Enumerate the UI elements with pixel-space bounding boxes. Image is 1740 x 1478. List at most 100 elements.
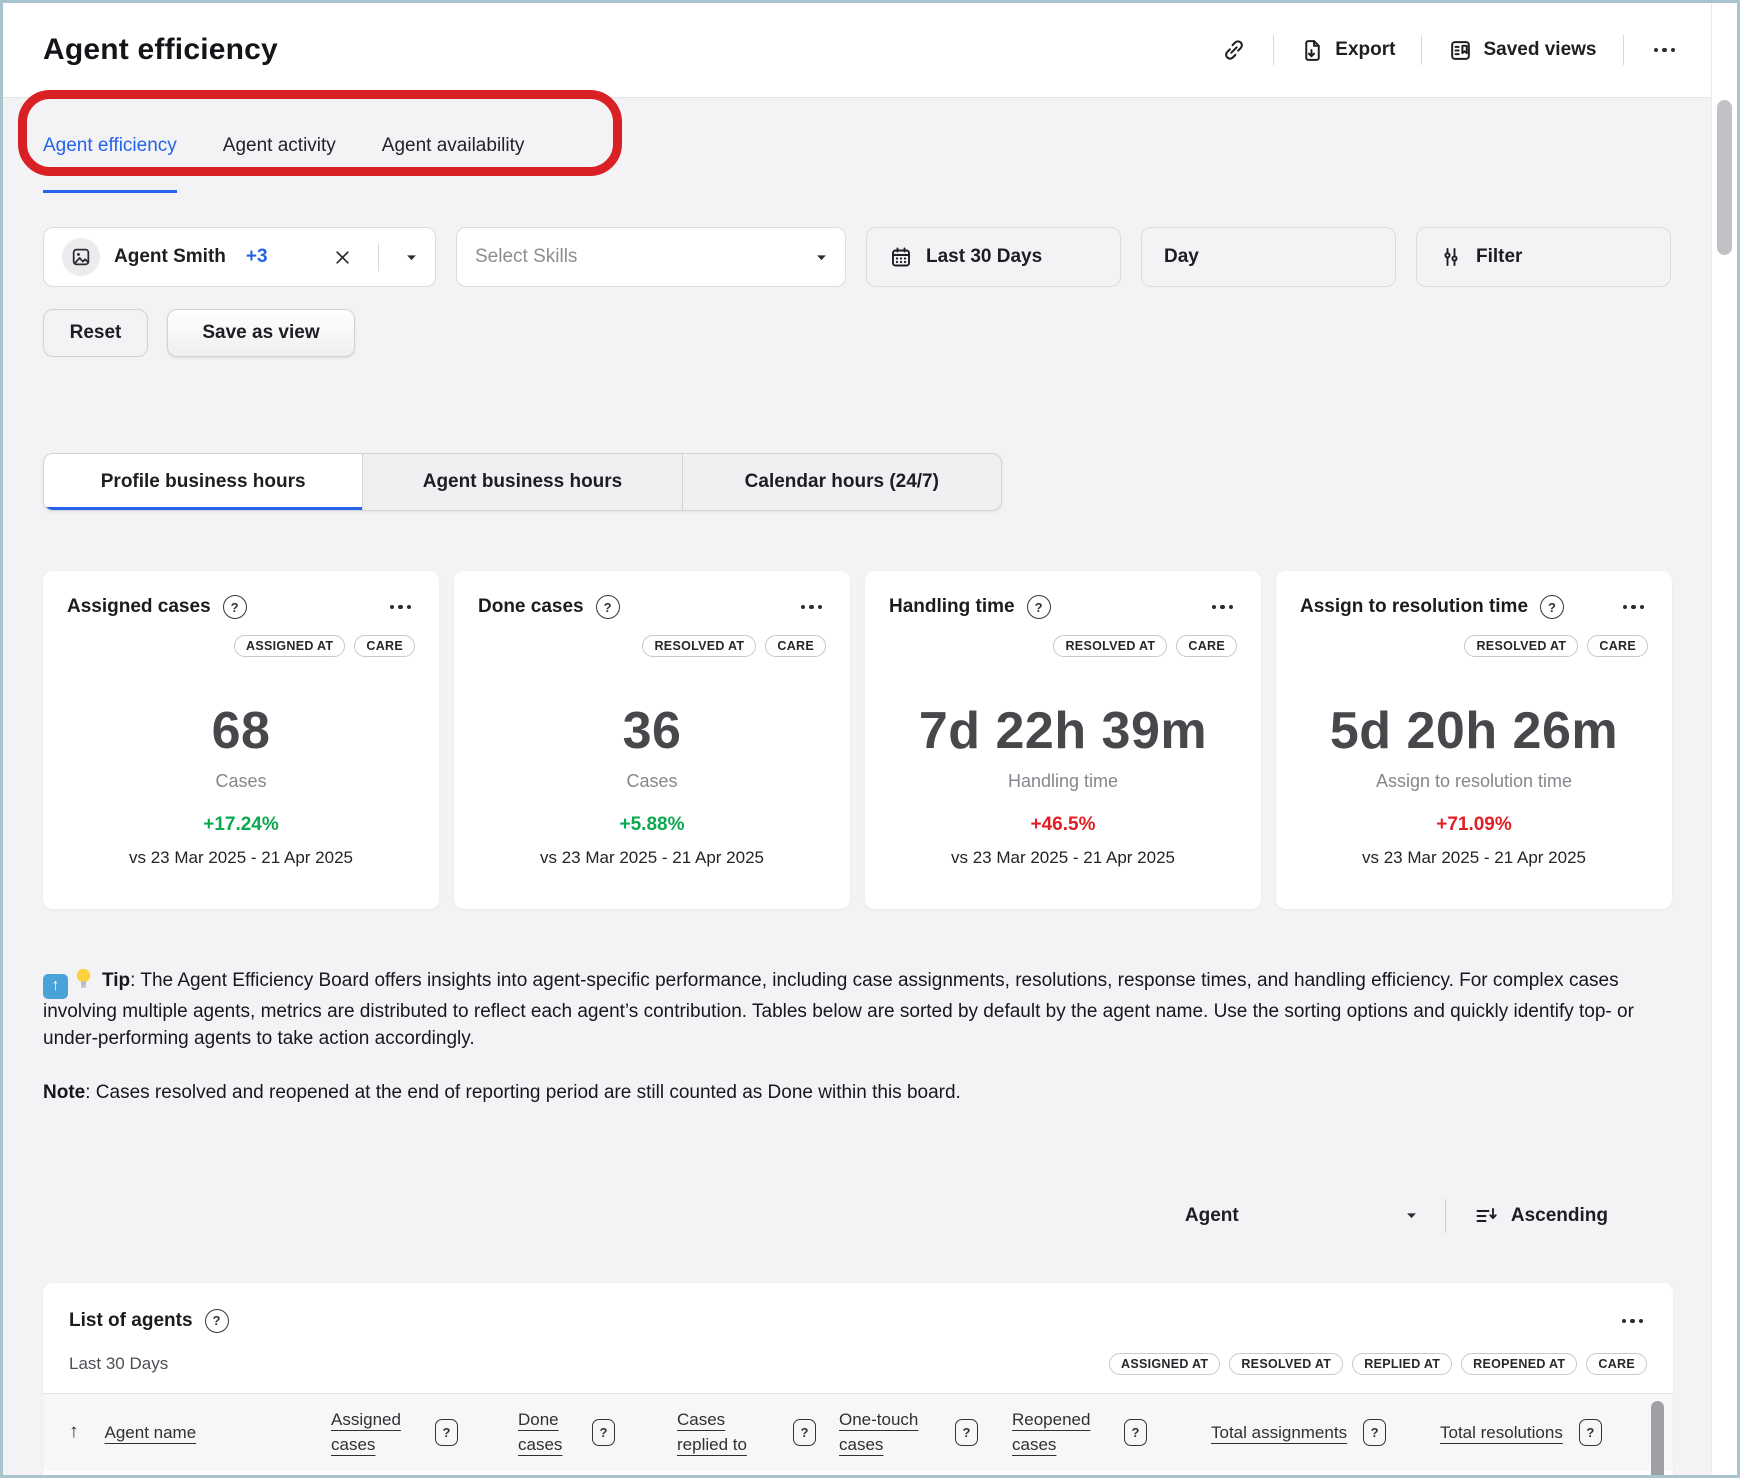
help-icon[interactable]: ? [223, 595, 247, 619]
column-done-cases[interactable]: Done cases ? [518, 1407, 677, 1458]
reset-button[interactable]: Reset [43, 309, 148, 357]
column-total-resolutions[interactable]: Total resolutions ? [1440, 1419, 1652, 1446]
export-button[interactable]: Export [1300, 38, 1395, 63]
help-icon[interactable]: ? [1363, 1419, 1386, 1446]
agent-filter-chip[interactable]: Agent Smith +3 [43, 227, 436, 287]
help-icon[interactable]: ? [596, 595, 620, 619]
more-options-icon[interactable] [797, 601, 827, 614]
divider [1445, 1199, 1446, 1233]
help-icon[interactable]: ? [205, 1309, 229, 1333]
help-icon[interactable]: ? [955, 1419, 978, 1446]
column-total-assignments[interactable]: Total assignments ? [1211, 1419, 1440, 1446]
metric-compare-period: vs 23 Mar 2025 - 21 Apr 2025 [67, 848, 415, 868]
tab-profile-business-hours[interactable]: Profile business hours [44, 454, 363, 510]
sort-controls: Agent Ascending [43, 1199, 1667, 1233]
header-tools: Export Saved views [1221, 35, 1703, 65]
up-arrow-emoji: ↑ [43, 974, 68, 999]
tab-calendar-hours[interactable]: Calendar hours (24/7) [683, 454, 1001, 510]
close-icon[interactable] [334, 249, 351, 266]
status-badge: RESOLVED AT [1053, 635, 1167, 657]
date-range-label: Last 30 Days [926, 246, 1042, 268]
metric-value: 5d 20h 26m [1300, 701, 1648, 761]
metric-delta: +71.09% [1300, 814, 1648, 836]
help-icon[interactable]: ? [1540, 595, 1564, 619]
help-icon[interactable]: ? [793, 1419, 816, 1446]
header: Agent efficiency Export [3, 3, 1737, 98]
column-reopened-cases[interactable]: Reopened cases ? [1012, 1407, 1211, 1458]
tab-agent-business-hours[interactable]: Agent business hours [363, 454, 682, 510]
help-icon[interactable]: ? [435, 1419, 458, 1446]
saved-views-icon [1448, 38, 1473, 63]
chevron-down-icon [816, 254, 827, 261]
app-window: Agent efficiency Export [0, 0, 1740, 1478]
page-scrollbar-thumb[interactable] [1717, 100, 1732, 255]
status-badge: CARE [765, 635, 826, 657]
divider [1421, 35, 1422, 65]
tab-agent-availability[interactable]: Agent availability [382, 98, 525, 193]
help-icon[interactable]: ? [1027, 595, 1051, 619]
metric-unit: Cases [478, 771, 826, 792]
help-icon[interactable]: ? [1579, 1419, 1602, 1446]
sort-field-dropdown[interactable]: Agent [1185, 1205, 1417, 1227]
status-badge: CARE [1586, 1353, 1647, 1375]
card-title: Assign to resolution time [1300, 596, 1528, 618]
agent-filter-overflow-count[interactable]: +3 [246, 246, 268, 268]
column-one-touch-cases[interactable]: One-touch cases ? [839, 1407, 1012, 1458]
card-title: Handling time [889, 596, 1015, 618]
page-scrollbar-track[interactable] [1711, 3, 1737, 1475]
metric-value: 36 [478, 701, 826, 761]
save-as-view-button[interactable]: Save as view [167, 309, 355, 357]
skills-select[interactable]: Select Skills [456, 227, 846, 287]
metric-unit: Assign to resolution time [1300, 771, 1648, 792]
chevron-down-icon [1656, 1212, 1667, 1219]
status-badge: ASSIGNED AT [1109, 1353, 1220, 1375]
filter-actions: Reset Save as view [43, 309, 1697, 357]
sort-order-dropdown[interactable]: Ascending [1474, 1205, 1667, 1227]
card-title: Done cases [478, 596, 584, 618]
metric-card-handling-time: Handling time ? RESOLVED AT CARE 7d 22h … [865, 571, 1261, 909]
metric-cards: Assigned cases ? ASSIGNED AT CARE 68 Cas… [43, 571, 1697, 909]
table-title: List of agents [69, 1310, 193, 1332]
skills-placeholder: Select Skills [475, 246, 577, 268]
filters-row: Agent Smith +3 Select Skills [43, 227, 1697, 287]
status-badge: RESOLVED AT [1464, 635, 1578, 657]
metric-unit: Cases [67, 771, 415, 792]
agents-table-card: List of agents ? Last 30 Days ASSIGNED A… [43, 1283, 1673, 1478]
metric-delta: +5.88% [478, 814, 826, 836]
metric-card-done-cases: Done cases ? RESOLVED AT CARE 36 Cases +… [454, 571, 850, 909]
interval-button[interactable]: Day [1141, 227, 1396, 287]
tip-note-block: ↑Tip: The Agent Efficiency Board offers … [43, 967, 1651, 1107]
note-label: Note [43, 1082, 85, 1103]
column-cases-replied-to[interactable]: Cases replied to ? [677, 1407, 839, 1458]
help-icon[interactable]: ? [592, 1419, 615, 1446]
metric-unit: Handling time [889, 771, 1237, 792]
divider [1623, 35, 1624, 65]
metric-compare-period: vs 23 Mar 2025 - 21 Apr 2025 [478, 848, 826, 868]
table-scrollbar-thumb[interactable] [1651, 1401, 1664, 1478]
more-options-icon[interactable] [1619, 601, 1649, 614]
more-options-icon[interactable] [386, 601, 416, 614]
chevron-down-icon[interactable] [406, 254, 417, 261]
page-title: Agent efficiency [43, 33, 278, 67]
metric-delta: +46.5% [889, 814, 1237, 836]
more-options-icon[interactable] [1650, 44, 1680, 57]
status-badge: CARE [354, 635, 415, 657]
column-assigned-cases[interactable]: Assigned cases ? [331, 1407, 518, 1458]
date-range-button[interactable]: Last 30 Days [866, 227, 1121, 287]
help-icon[interactable]: ? [1124, 1419, 1147, 1446]
tab-agent-activity[interactable]: Agent activity [223, 98, 336, 193]
export-label: Export [1335, 39, 1395, 61]
sort-ascending-icon [1474, 1205, 1499, 1227]
saved-views-label: Saved views [1483, 39, 1596, 61]
tip-text: ↑Tip: The Agent Efficiency Board offers … [43, 967, 1651, 1053]
card-title: Assigned cases [67, 596, 211, 618]
tab-agent-efficiency[interactable]: Agent efficiency [43, 98, 177, 193]
tip-label: Tip [102, 970, 130, 991]
more-options-icon[interactable] [1208, 601, 1238, 614]
saved-views-button[interactable]: Saved views [1448, 38, 1596, 63]
filter-button[interactable]: Filter [1416, 227, 1671, 287]
column-agent-name[interactable]: ↑ Agent name [69, 1420, 331, 1446]
more-options-icon[interactable] [1618, 1315, 1648, 1328]
link-icon[interactable] [1221, 37, 1247, 63]
status-badge: CARE [1176, 635, 1237, 657]
